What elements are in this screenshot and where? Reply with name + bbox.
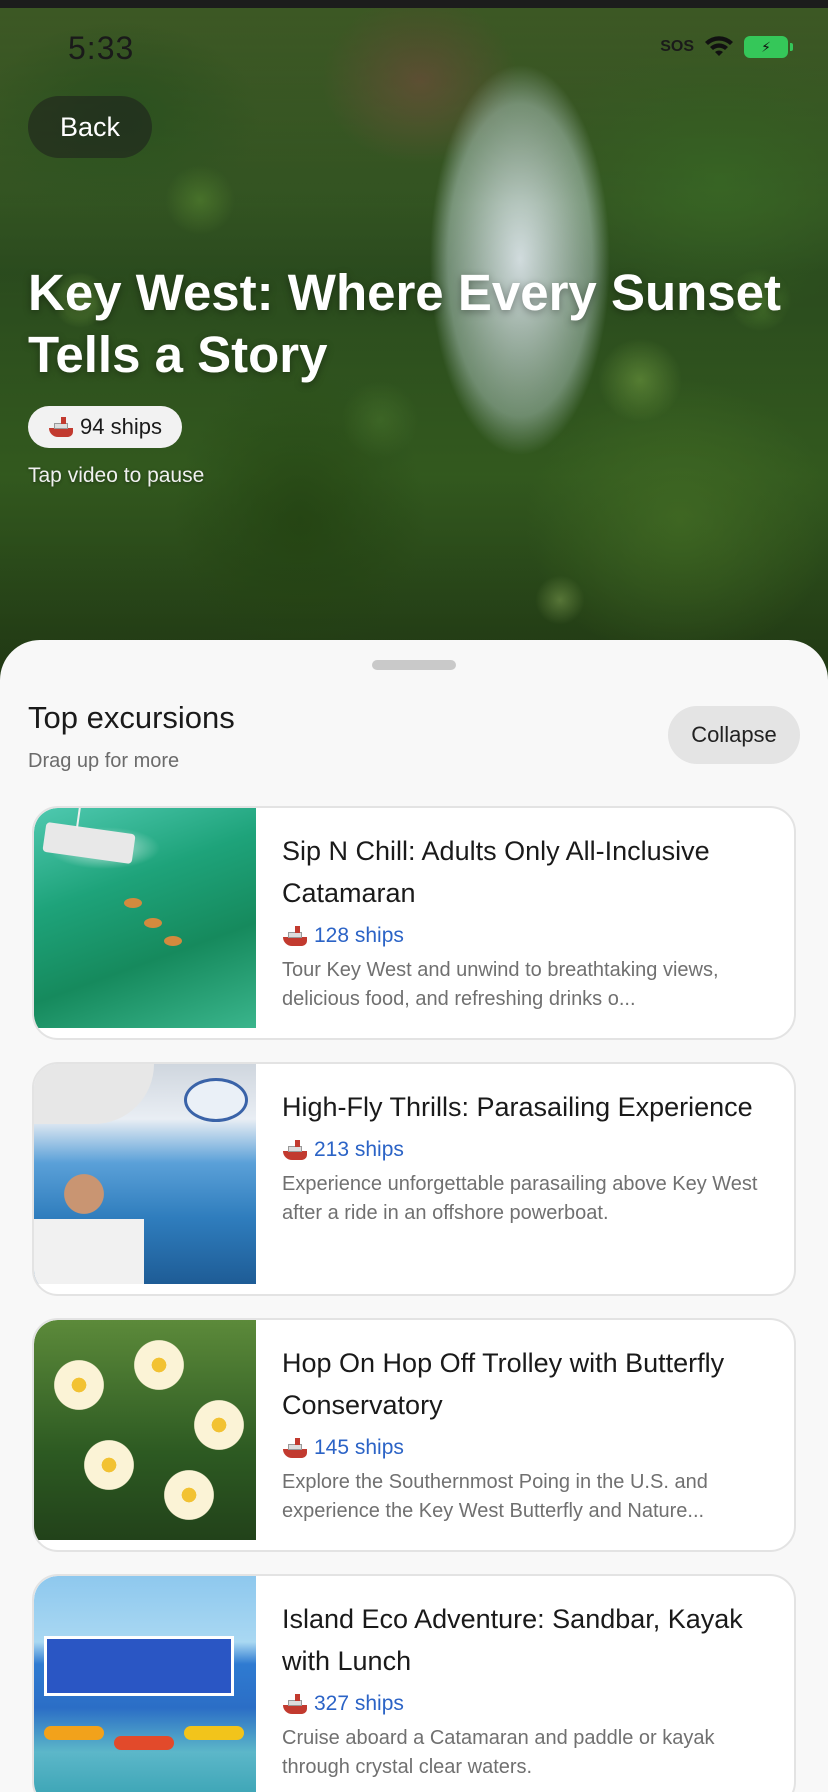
ship-icon xyxy=(282,1693,308,1715)
excursion-description: Experience unforgettable parasailing abo… xyxy=(282,1173,758,1224)
excursion-description: Tour Key West and unwind to breathtaking… xyxy=(282,959,719,1010)
excursion-title: Island Eco Adventure: Sandbar, Kayak wit… xyxy=(282,1604,743,1676)
excursion-description: Cruise aboard a Catamaran and paddle or … xyxy=(282,1727,715,1778)
excursion-list: Sip N Chill: Adults Only All-Inclusive C… xyxy=(32,806,796,1792)
excursion-image-flowers xyxy=(34,1320,256,1540)
ship-icon xyxy=(282,1437,308,1459)
excursion-image-parasailing xyxy=(34,1064,256,1284)
ship-icon xyxy=(282,1139,308,1161)
ships-count: 94 ships xyxy=(80,414,162,439)
excursion-ships-count: 128 ships xyxy=(314,924,404,947)
excursion-card[interactable]: Hop On Hop Off Trolley with Butterfly Co… xyxy=(32,1318,796,1552)
excursion-description: Explore the Southernmost Poing in the U.… xyxy=(282,1471,708,1522)
excursion-title: Hop On Hop Off Trolley with Butterfly Co… xyxy=(282,1348,725,1420)
excursion-image-eco-boat xyxy=(34,1576,256,1792)
status-icons: SOS ⚡ xyxy=(660,36,793,58)
excursion-title: High-Fly Thrills: Parasailing Experience xyxy=(282,1092,753,1122)
ship-icon xyxy=(48,416,74,438)
sheet-subtitle: Drag up for more xyxy=(28,750,180,772)
excursion-ships-count: 145 ships xyxy=(314,1436,404,1459)
collapse-button[interactable]: Collapse xyxy=(668,706,800,764)
excursion-card[interactable]: High-Fly Thrills: Parasailing Experience… xyxy=(32,1062,796,1296)
ships-badge: 94 ships xyxy=(28,406,182,448)
top-edge-bar xyxy=(0,0,828,8)
excursion-card[interactable]: Island Eco Adventure: Sandbar, Kayak wit… xyxy=(32,1574,796,1792)
tap-to-pause-hint: Tap video to pause xyxy=(28,464,205,487)
status-time: 5:33 xyxy=(68,30,135,66)
excursion-card[interactable]: Sip N Chill: Adults Only All-Inclusive C… xyxy=(32,806,796,1040)
excursion-ships-count: 213 ships xyxy=(314,1138,404,1161)
excursion-image-catamaran xyxy=(34,808,256,1028)
destination-title: Key West: Where Every Sunset Tells a Sto… xyxy=(28,264,781,383)
excursions-sheet[interactable]: Top excursions Drag up for more Collapse… xyxy=(0,640,828,1792)
ship-icon xyxy=(282,925,308,947)
sheet-title: Top excursions xyxy=(28,700,235,735)
drag-handle[interactable] xyxy=(372,660,456,670)
battery-charging-icon: ⚡ xyxy=(744,36,793,58)
wifi-icon xyxy=(705,36,733,56)
sos-indicator: SOS xyxy=(660,38,694,55)
back-button[interactable]: Back xyxy=(28,96,152,158)
excursion-title: Sip N Chill: Adults Only All-Inclusive C… xyxy=(282,836,710,908)
excursion-ships-count: 327 ships xyxy=(314,1692,404,1715)
